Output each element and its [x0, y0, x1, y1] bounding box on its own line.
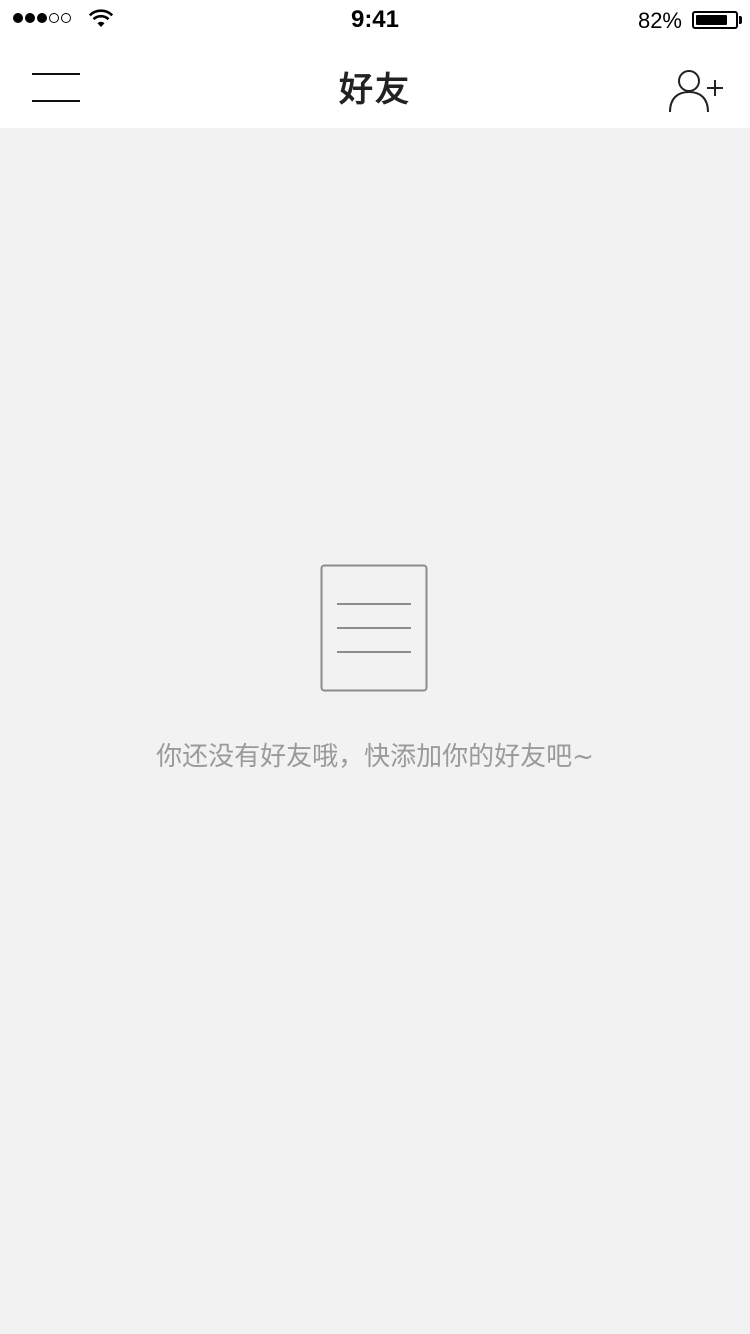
- battery-level-fill: [696, 15, 728, 25]
- document-icon: [320, 564, 428, 692]
- nav-bar: 好友: [0, 40, 750, 128]
- battery-icon: [692, 11, 738, 29]
- empty-message: 你还没有好友哦，快添加你的好友吧~: [156, 742, 594, 772]
- battery-percentage: 82%: [637, 8, 682, 33]
- status-bar: 9:41 82%: [0, 0, 750, 40]
- battery-tip: [739, 16, 742, 24]
- add-user-icon[interactable]: [668, 68, 724, 114]
- page-title: 好友: [339, 70, 411, 110]
